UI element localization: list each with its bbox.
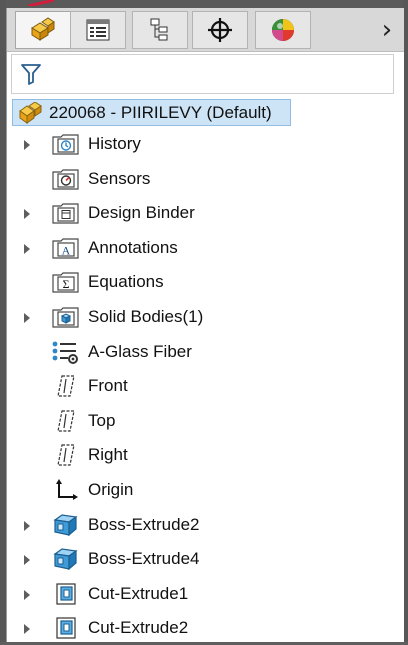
plane-icon bbox=[51, 373, 81, 399]
expand-arrow-icon[interactable] bbox=[23, 588, 31, 600]
top-frame-bar bbox=[6, 0, 403, 8]
svg-text:Σ: Σ bbox=[63, 277, 70, 291]
part-cubes-icon bbox=[29, 17, 57, 43]
propertymanager-tab[interactable] bbox=[70, 11, 126, 49]
more-tabs-button[interactable]: › bbox=[372, 11, 402, 49]
color-ball-icon bbox=[270, 17, 296, 43]
plane-icon bbox=[51, 442, 81, 468]
window-frame: › 220068 - PIIRILEVY (Default) History Se… bbox=[0, 0, 408, 642]
cut-extrude-icon bbox=[51, 615, 81, 641]
tree-item-label: Boss-Extrude2 bbox=[88, 514, 200, 534]
solid-bodies-folder-icon bbox=[51, 304, 81, 330]
appearance-tab[interactable] bbox=[255, 11, 311, 49]
expand-arrow-icon[interactable] bbox=[23, 311, 31, 323]
featuremanager-tab[interactable] bbox=[15, 11, 71, 49]
filter-funnel-icon[interactable] bbox=[20, 63, 42, 85]
boss-extrude-icon bbox=[51, 546, 81, 572]
boss-extrude-icon bbox=[51, 512, 81, 538]
feature-manager-panel: › 220068 - PIIRILEVY (Default) History Se… bbox=[6, 8, 404, 642]
tree-item-label: Cut-Extrude1 bbox=[88, 583, 189, 603]
origin-icon bbox=[51, 477, 81, 503]
design-binder-folder-icon bbox=[51, 200, 81, 226]
expand-arrow-icon[interactable] bbox=[23, 622, 31, 635]
tree-item-label: Boss-Extrude4 bbox=[88, 549, 200, 569]
plane-icon bbox=[51, 408, 81, 434]
sensors-folder-icon bbox=[51, 166, 81, 192]
annotations-folder-icon: A bbox=[51, 235, 81, 261]
dimxpert-tab[interactable] bbox=[192, 11, 248, 49]
equations-folder-icon: Σ bbox=[51, 269, 81, 295]
property-list-icon bbox=[85, 18, 111, 42]
tree-item[interactable]: Σ Equations bbox=[7, 265, 404, 299]
expand-arrow-icon[interactable] bbox=[23, 138, 31, 150]
tree-item[interactable]: Cut-Extrude2 bbox=[7, 611, 404, 645]
tree-item-label: History bbox=[88, 134, 141, 153]
tree-item-label: Design Binder bbox=[88, 203, 195, 223]
tree-item[interactable]: Sensors bbox=[7, 162, 404, 196]
material-icon bbox=[51, 339, 81, 365]
configuration-tree-icon bbox=[148, 17, 172, 43]
tree-item[interactable]: Boss-Extrude2 bbox=[7, 508, 404, 542]
tree-item-label: Right bbox=[88, 445, 128, 465]
tree-item-label: Annotations bbox=[88, 237, 178, 257]
filter-bar[interactable] bbox=[11, 54, 394, 94]
tree-item[interactable]: Solid Bodies(1) bbox=[7, 300, 404, 334]
tree-item[interactable]: Boss-Extrude4 bbox=[7, 542, 404, 576]
tree-item[interactable]: A-Glass Fiber bbox=[7, 335, 404, 369]
tree-item-label: Origin bbox=[88, 480, 134, 499]
tree-item-label: Cut-Extrude2 bbox=[88, 618, 189, 638]
expand-arrow-icon[interactable] bbox=[23, 519, 31, 531]
svg-text:A: A bbox=[62, 243, 71, 257]
tree-item[interactable]: History bbox=[7, 127, 404, 161]
part-icon bbox=[19, 101, 42, 124]
tree-item[interactable]: Top bbox=[7, 404, 404, 438]
tree-item[interactable]: A Annotations bbox=[7, 231, 404, 265]
tree-item-label: Sensors bbox=[88, 168, 151, 188]
root-part-item[interactable]: 220068 - PIIRILEVY (Default) bbox=[12, 99, 291, 126]
history-folder-icon bbox=[51, 131, 81, 157]
tree-item[interactable]: Design Binder bbox=[7, 196, 404, 230]
tree-item[interactable]: Right bbox=[7, 438, 404, 472]
tree-item-label: Solid Bodies(1) bbox=[88, 307, 204, 326]
tree-item-label: Top bbox=[88, 410, 116, 430]
tree-item-label: Front bbox=[88, 376, 128, 396]
tree-item-label: Equations bbox=[88, 272, 164, 292]
expand-arrow-icon[interactable] bbox=[23, 207, 31, 220]
configurationmanager-tab[interactable] bbox=[132, 11, 188, 49]
crosshair-icon bbox=[207, 17, 233, 43]
tree-item[interactable]: Front bbox=[7, 369, 404, 403]
tree-item[interactable]: Origin bbox=[7, 473, 404, 507]
pointer-arrow-icon bbox=[28, 0, 54, 6]
manager-tab-bar: › bbox=[7, 8, 404, 52]
tree-item-label: A-Glass Fiber bbox=[88, 341, 192, 361]
cut-extrude-icon bbox=[51, 581, 81, 607]
expand-arrow-icon[interactable] bbox=[23, 553, 31, 566]
chevron-right-icon: › bbox=[381, 15, 393, 45]
root-part-label: 220068 - PIIRILEVY (Default) bbox=[49, 102, 272, 122]
expand-arrow-icon[interactable] bbox=[23, 242, 31, 254]
tree-item[interactable]: Cut-Extrude1 bbox=[7, 577, 404, 611]
